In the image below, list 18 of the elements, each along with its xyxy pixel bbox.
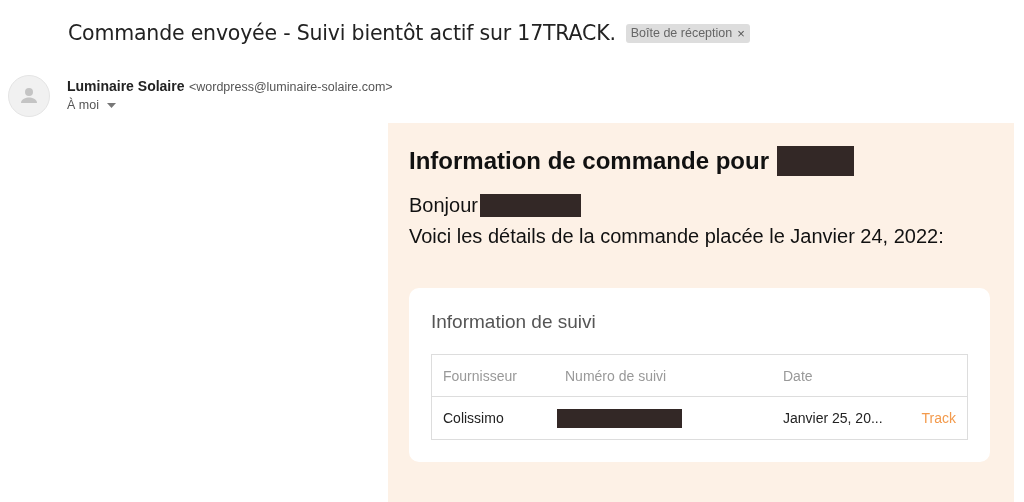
email-heading: Information de commande pour [409,147,770,175]
sender-email: <wordpress@luminaire-solaire.com> [188,80,393,94]
card-title: Information de suivi [431,311,597,333]
remove-label-button[interactable]: × [737,25,745,41]
dropdown-caret-icon[interactable] [106,102,116,108]
email-subject: Commande envoyée - Suivi bientôt actif sur 17TRACK. [68,21,616,45]
sender-name: Luminaire Solaire [67,78,185,94]
table-cell: Janvier 25, 20... [783,410,883,426]
table-cell: Colissimo [443,410,504,426]
column-header: Fournisseur [431,354,554,397]
greeting-text: Bonjour [409,193,478,218]
label-text: Boîte de réception [630,26,733,40]
intro-text: Voici les détails de la commande placée le Janvier 24, 2022: [409,224,945,249]
inbox-label[interactable]: Boîte de réception × [625,23,750,43]
column-header: Numéro de suivi [554,354,772,397]
avatar-icon [8,75,50,117]
recipient-text: À moi [67,98,99,112]
column-header: Date [772,354,906,397]
